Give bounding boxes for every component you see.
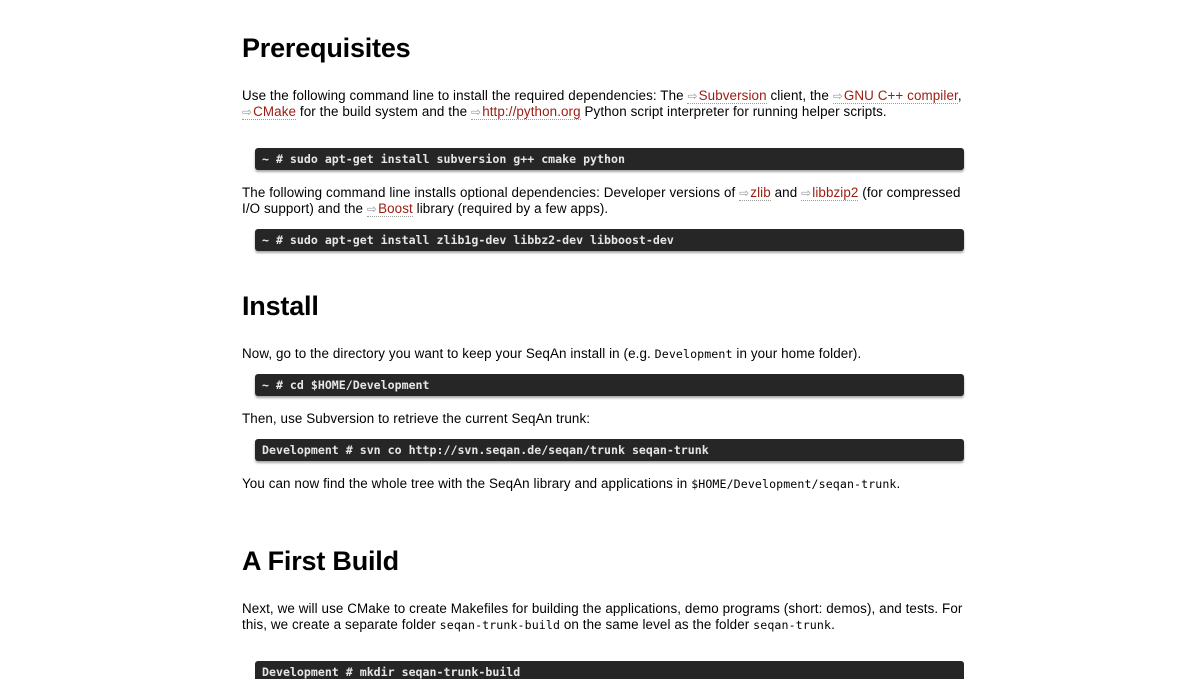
external-link-icon: ⇨ — [242, 105, 253, 120]
inline-code: seqan-trunk — [753, 618, 832, 633]
heading-prerequisites: Prerequisites — [242, 33, 411, 63]
external-link-icon: ⇨ — [366, 202, 378, 217]
link-boost[interactable]: ⇨Boost — [366, 201, 413, 218]
text: for the build system and the — [296, 104, 472, 120]
install-svn-text: Then, use Subversion to retrieve the cur… — [242, 411, 591, 426]
text: and — [770, 185, 802, 200]
inline-code: $HOME/Development/seqan-trunk — [691, 477, 897, 491]
link-python[interactable]: ⇨http://python.org — [471, 104, 581, 121]
link-zlib[interactable]: ⇨zlib — [739, 185, 771, 201]
page: Prerequisites Use the following command … — [0, 0, 1202, 679]
command-block[interactable]: ~ # sudo apt-get install subversion g++ … — [255, 148, 964, 170]
text: , — [957, 88, 962, 103]
external-link-icon: ⇨ — [687, 89, 698, 103]
command-block[interactable]: ~ # cd $HOME/Development — [255, 374, 964, 396]
link-cmake[interactable]: ⇨CMake — [242, 104, 297, 121]
prerequisites-intro: Use the following command line to instal… — [242, 88, 972, 121]
link-libbzip2[interactable]: ⇨libbzip2 — [801, 185, 859, 201]
command-block[interactable]: ~ # sudo apt-get install zlib1g-dev libb… — [255, 229, 964, 251]
inline-code: Development — [654, 347, 733, 361]
first-build-intro: Next, we will use CMake to create Makefi… — [242, 601, 972, 633]
heading-install: Install — [242, 291, 319, 321]
text: . — [831, 617, 835, 633]
install-result-text: You can now find the whole tree with the… — [242, 476, 954, 492]
external-link-icon: ⇨ — [801, 186, 812, 200]
text: Now, go to the directory you want to kee… — [242, 346, 655, 361]
command-block[interactable]: Development # svn co http://svn.seqan.de… — [255, 439, 964, 461]
link-python-label: http://python.org — [482, 104, 581, 120]
text: Python script interpreter for running he… — [580, 104, 887, 120]
text: You can now find the whole tree with the… — [242, 476, 692, 491]
link-subversion-label: Subversion — [698, 88, 767, 103]
external-link-icon: ⇨ — [471, 105, 482, 120]
link-zlib-label: zlib — [750, 185, 771, 200]
text: The following command line installs opti… — [242, 185, 740, 200]
command-block[interactable]: Development # mkdir seqan-trunk-build — [255, 661, 964, 679]
prerequisites-optional: The following command line installs opti… — [242, 185, 972, 218]
text: library (required by a few apps). — [412, 201, 609, 217]
heading-first-build: A First Build — [242, 546, 399, 576]
text: on the same level as the folder — [560, 617, 754, 633]
link-gnu-label: GNU C++ compiler — [843, 88, 958, 103]
text: . — [896, 476, 901, 491]
text: Use the following command line to instal… — [242, 88, 688, 103]
inline-code: seqan-trunk-build — [439, 618, 561, 633]
external-link-icon: ⇨ — [832, 89, 843, 103]
link-cmake-label: CMake — [253, 104, 297, 120]
link-gnu-cpp[interactable]: ⇨GNU C++ compiler — [832, 88, 958, 104]
link-libbzip2-label: libbzip2 — [812, 185, 859, 200]
external-link-icon: ⇨ — [739, 186, 750, 200]
link-boost-label: Boost — [378, 201, 413, 217]
text: client, the — [766, 88, 833, 103]
link-subversion[interactable]: ⇨Subversion — [687, 88, 767, 104]
install-intro: Now, go to the directory you want to kee… — [242, 346, 972, 362]
text: in your home folder). — [732, 346, 862, 361]
